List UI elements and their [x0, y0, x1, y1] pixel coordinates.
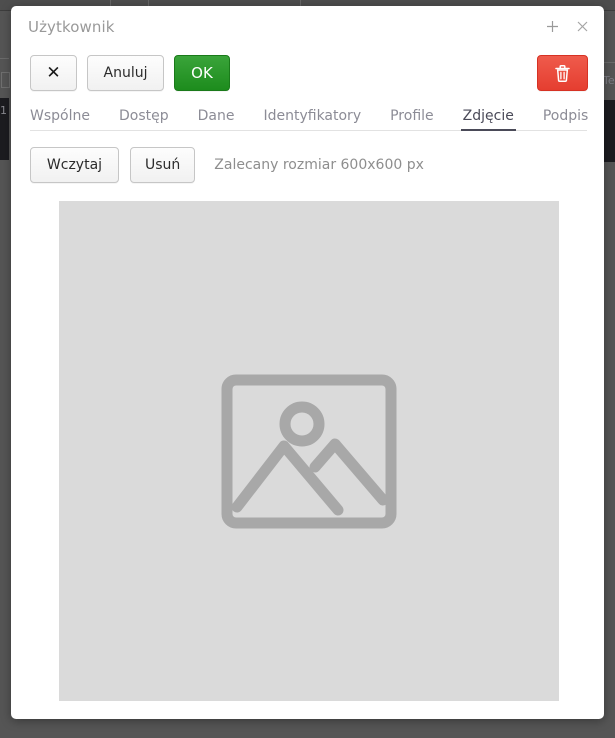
background-selected-row — [603, 100, 615, 162]
photo-preview-area[interactable] — [59, 201, 559, 701]
photo-tab-panel: Wczytaj Usuń Zalecany rozmiar 600x600 px — [11, 131, 604, 701]
trash-icon — [554, 64, 571, 83]
tab-zdjecie[interactable]: Zdjęcie — [460, 108, 517, 131]
photo-action-bar: Wczytaj Usuń Zalecany rozmiar 600x600 px — [30, 147, 588, 183]
background-row-number: 1 — [0, 104, 7, 117]
load-photo-button[interactable]: Wczytaj — [30, 147, 119, 183]
background-grid-line — [603, 62, 615, 63]
ok-button[interactable]: OK — [174, 55, 230, 91]
background-grid-line — [0, 58, 9, 59]
background-grid-cell — [1, 72, 10, 88]
dialog-titlebar: Użytkownik — [11, 6, 604, 47]
tab-profile[interactable]: Profile — [390, 108, 434, 131]
background-column-label: Te — [603, 74, 615, 87]
dialog-tabs: Wspólne Dostęp Dane Identyfikatory Profi… — [11, 99, 604, 131]
page-title: Użytkownik — [28, 17, 115, 36]
dialog-toolbar: ✕ Anuluj OK — [11, 47, 604, 99]
remove-photo-button[interactable]: Usuń — [130, 147, 196, 183]
recommended-size-hint: Zalecany rozmiar 600x600 px — [214, 157, 424, 173]
tab-identyfikatory[interactable]: Identyfikatory — [263, 108, 361, 131]
tab-dane[interactable]: Dane — [198, 108, 235, 131]
delete-button[interactable] — [537, 55, 588, 91]
titlebar-actions — [543, 18, 591, 36]
add-icon[interactable] — [543, 18, 561, 36]
user-dialog: Użytkownik ✕ Anuluj OK Wspólne Dostęp Da… — [11, 6, 604, 719]
cancel-button[interactable]: Anuluj — [87, 55, 164, 91]
tab-wspolne[interactable]: Wspólne — [30, 108, 90, 131]
tab-dostep[interactable]: Dostęp — [119, 108, 169, 131]
close-button[interactable]: ✕ — [30, 55, 77, 91]
photo-preview-wrapper — [30, 201, 588, 701]
image-placeholder-icon — [221, 374, 397, 529]
tab-podpis[interactable]: Podpis — [543, 108, 588, 131]
close-icon[interactable] — [573, 18, 591, 36]
